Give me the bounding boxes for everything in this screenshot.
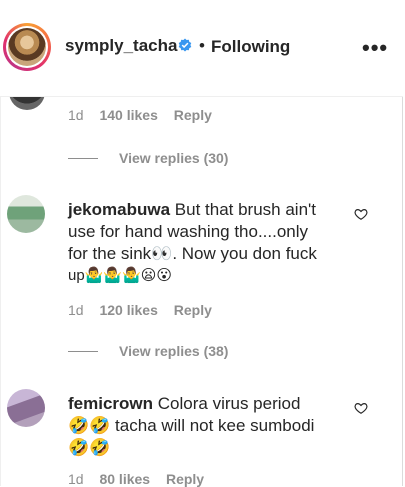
like-heart-icon[interactable] [354, 207, 368, 221]
post-header: symply_tacha • Following ••• [0, 0, 403, 97]
comment-time[interactable]: 1d [68, 302, 84, 318]
header-separator: • [199, 36, 205, 55]
comment-time[interactable]: 1d [68, 107, 84, 123]
comment-avatar[interactable] [7, 389, 45, 427]
comment-text-line: But that brush ain't [174, 200, 317, 219]
view-replies-button[interactable]: View replies (38) [119, 343, 228, 359]
comment-username[interactable]: jekomabuwa [68, 200, 170, 219]
view-replies-line [68, 351, 98, 352]
view-replies-button[interactable]: View replies (30) [119, 150, 228, 166]
story-avatar[interactable] [3, 23, 51, 71]
reply-button[interactable]: Reply [166, 471, 204, 487]
more-options-icon[interactable]: ••• [362, 35, 388, 61]
comment-avatar[interactable] [7, 195, 45, 233]
comment-time[interactable]: 1d [68, 471, 84, 487]
comment-text-line: Colora virus period [157, 394, 301, 413]
view-replies-line [68, 158, 98, 159]
comment-text-line: up🤷‍♂️🤷‍♂️🤷‍♂️😦😮 [68, 267, 172, 284]
comment-likes[interactable]: 80 likes [99, 471, 150, 487]
reply-button[interactable]: Reply [174, 302, 212, 318]
comment-text-line: 🤣🤣 tacha will not kee sumbodi [68, 416, 315, 435]
avatar [8, 28, 46, 66]
avatar-border [6, 26, 48, 68]
comment-text-line: for the sink👀. Now you don fuck [68, 244, 317, 263]
comment-body: femicrown Colora virus period 🤣🤣 tacha w… [68, 393, 358, 459]
comment-text-line: 🤣🤣 [68, 438, 111, 457]
verified-badge-icon [178, 38, 192, 52]
comment-meta: 1d 80 likes Reply [68, 471, 204, 487]
reply-button[interactable]: Reply [174, 107, 212, 123]
like-heart-icon[interactable] [354, 401, 368, 415]
comment-username[interactable]: femicrown [68, 394, 153, 413]
comment-likes[interactable]: 140 likes [99, 107, 157, 123]
comment-meta: 1d 120 likes Reply [68, 302, 212, 318]
comment-text-line: use for hand washing tho....only [68, 222, 309, 241]
following-button[interactable]: Following [211, 37, 290, 57]
comment-likes[interactable]: 120 likes [99, 302, 157, 318]
comment-meta: 1d 140 likes Reply [68, 107, 212, 123]
post-author-username[interactable]: symply_tacha [65, 36, 177, 56]
comment-body: jekomabuwa But that brush ain't use for … [68, 199, 358, 287]
